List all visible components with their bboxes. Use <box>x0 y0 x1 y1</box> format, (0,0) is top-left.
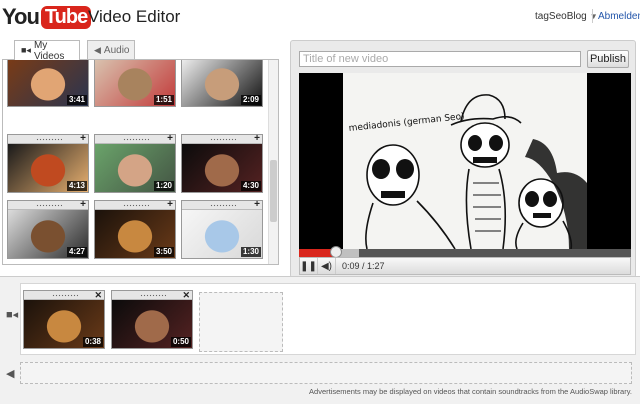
page-title: Video Editor <box>88 7 181 26</box>
clip-duration: 1:51 <box>153 95 174 105</box>
clip-thumbnail[interactable]: 3:50 <box>95 210 175 258</box>
time-display: 0:09 / 1:27 <box>342 261 385 271</box>
publish-button[interactable]: Publish <box>587 50 629 68</box>
logo-tube-text: Tube <box>40 5 92 29</box>
clip-thumbnail[interactable]: 1:20 <box>95 144 175 192</box>
video-library: +3:41+1:51+2:09+4:13+1:20+4:30+4:27+3:50… <box>2 59 279 265</box>
video-camera-icon: ■◂ <box>6 309 19 321</box>
video-clip[interactable]: +1:20 <box>94 133 176 193</box>
clip-duration: 3:41 <box>66 95 87 105</box>
library-scrollbar[interactable] <box>268 60 278 264</box>
grip-icon <box>123 204 149 207</box>
clip-thumbnail[interactable]: 1:51 <box>95 60 175 106</box>
skeleton-drawing-image: mediadonis (german Seo) <box>343 73 587 249</box>
audioswap-notice: Advertisements may be displayed on video… <box>309 387 632 396</box>
clip-drag-handle[interactable]: + <box>182 133 262 144</box>
user-menu[interactable]: tagSeoBlog ▼ <box>535 11 598 22</box>
divider <box>592 9 593 23</box>
player-panel: Publish <box>290 40 636 278</box>
grip-icon <box>123 138 149 141</box>
clip-duration: 4:13 <box>66 181 87 191</box>
logout-link[interactable]: Abmelden <box>598 11 640 22</box>
clip-duration: 3:50 <box>153 247 174 257</box>
player-controls: ❚❚ ◀) 0:09 / 1:27 <box>299 257 631 275</box>
grip-icon <box>36 138 62 141</box>
clip-drag-handle[interactable]: + <box>95 199 175 210</box>
video-clip[interactable]: +4:13 <box>7 133 89 193</box>
clip-drag-handle[interactable]: + <box>95 133 175 144</box>
speaker-icon: ◀) <box>320 260 333 272</box>
volume-button[interactable]: ◀) <box>318 258 336 274</box>
clip-thumbnail[interactable]: 3:41 <box>8 60 88 106</box>
video-clip[interactable]: +1:30 <box>181 199 263 259</box>
clip-thumbnail[interactable]: 0:38 <box>24 300 104 348</box>
clip-duration: 4:27 <box>66 247 87 257</box>
video-clip[interactable]: +4:27 <box>7 199 89 259</box>
video-clip[interactable]: +1:51 <box>94 60 176 107</box>
clip-drag-handle[interactable]: ✕ <box>112 290 192 300</box>
tab-audio[interactable]: ◀ Audio <box>87 40 135 59</box>
grip-icon <box>140 294 166 297</box>
pause-button[interactable]: ❚❚ <box>300 258 318 274</box>
video-title-input[interactable] <box>299 51 581 67</box>
clip-duration: 0:38 <box>82 337 103 347</box>
grip-icon <box>52 294 78 297</box>
clip-drag-handle[interactable]: + <box>8 199 88 210</box>
username: tagSeoBlog <box>535 11 587 22</box>
scrollbar-thumb[interactable] <box>270 160 277 222</box>
video-preview[interactable]: mediadonis (german Seo) <box>299 73 631 249</box>
clip-duration: 1:30 <box>240 247 261 257</box>
grip-icon <box>36 204 62 207</box>
video-camera-icon: ■◂ <box>21 45 31 55</box>
audio-track[interactable] <box>20 362 632 384</box>
grip-icon <box>210 204 236 207</box>
video-track: ✕ 0:38 ✕ 0:50 <box>20 283 636 355</box>
pause-icon: ❚❚ <box>300 260 317 272</box>
clip-thumbnail[interactable]: 4:30 <box>182 144 262 192</box>
clip-drag-handle[interactable]: + <box>8 133 88 144</box>
clip-thumbnail[interactable]: 4:13 <box>8 144 88 192</box>
speaker-icon: ◀ <box>94 44 101 55</box>
video-clip[interactable]: +3:41 <box>7 60 89 107</box>
clip-thumbnail[interactable]: 0:50 <box>112 300 192 348</box>
clip-duration: 4:30 <box>240 181 261 191</box>
clip-thumbnail[interactable]: 4:27 <box>8 210 88 258</box>
clip-duration: 0:50 <box>170 337 191 347</box>
tab-label: Audio <box>103 44 130 56</box>
grip-icon <box>210 138 236 141</box>
header: You Tube Video Editor tagSeoBlog ▼ Abmel… <box>0 0 640 32</box>
clip-duration: 1:20 <box>153 181 174 191</box>
clip-drag-handle[interactable]: + <box>182 199 262 210</box>
clip-thumbnail[interactable]: 2:09 <box>182 60 262 106</box>
video-clip[interactable]: +4:30 <box>181 133 263 193</box>
logo-you-text: You <box>2 4 40 29</box>
empty-clip-slot[interactable] <box>199 292 283 352</box>
dropdown-arrow-icon: ▼ <box>589 12 598 21</box>
speaker-icon: ◀ <box>6 368 15 380</box>
progress-bar[interactable] <box>299 246 631 258</box>
video-clip[interactable]: ✕ 0:50 <box>111 290 193 349</box>
video-clip[interactable]: ✕ 0:38 <box>23 290 105 349</box>
video-clip[interactable]: +2:09 <box>181 60 263 107</box>
clip-thumbnail[interactable]: 1:30 <box>182 210 262 258</box>
video-clip[interactable]: +3:50 <box>94 199 176 259</box>
youtube-logo[interactable]: You Tube <box>2 2 92 32</box>
timeline: ■◂ ✕ 0:38 ✕ 0:50 ◀ Advertisements may be di… <box>0 276 640 404</box>
tab-label: My Videos <box>33 39 65 62</box>
tab-my-videos[interactable]: ■◂ My Videos <box>14 39 80 62</box>
clip-duration: 2:09 <box>240 95 261 105</box>
clip-drag-handle[interactable]: ✕ <box>24 290 104 300</box>
